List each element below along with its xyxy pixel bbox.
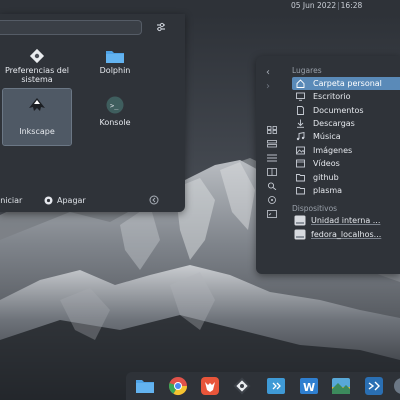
place-documents[interactable]: Documentos [292, 104, 400, 117]
place-downloads[interactable]: Descargas [292, 117, 400, 130]
svg-text:>_: >_ [110, 102, 119, 110]
terminal-icon: >_ [106, 96, 124, 114]
home-icon [296, 79, 305, 88]
app-icon[interactable] [392, 376, 400, 396]
drive-icon [294, 215, 306, 226]
application-launcher: Preferencias del sistema Dolphin Inkscap… [0, 14, 185, 212]
place-label: Documentos [313, 106, 364, 115]
devices-section-title: Dispositivos [292, 204, 338, 213]
dolphin-places-panel: ‹ › Lugares Carpeta personal Escritorio … [256, 56, 400, 274]
forward-arrow-icon[interactable]: › [266, 82, 276, 92]
device-fedora[interactable]: fedora_localhos... [292, 228, 400, 241]
place-images[interactable]: Imágenes [292, 144, 400, 157]
details-view-icon[interactable] [267, 154, 277, 162]
libreoffice-writer-icon[interactable]: W [299, 376, 319, 396]
place-desktop[interactable]: Escritorio [292, 90, 400, 103]
place-videos[interactable]: Vídeos [292, 157, 400, 170]
clock-separator: | [337, 1, 340, 10]
place-label: Imágenes [313, 146, 353, 155]
documents-icon [297, 106, 304, 115]
shutdown-button[interactable]: Apagar [44, 196, 86, 205]
place-label: Música [313, 132, 341, 141]
dock: W [126, 372, 400, 400]
app-konsole[interactable]: >_ Konsole [81, 96, 149, 152]
folder-icon[interactable] [135, 376, 155, 396]
restart-button[interactable]: iniciar [0, 196, 22, 205]
place-label: Vídeos [313, 159, 340, 168]
download-icon [297, 119, 304, 128]
system-settings-icon[interactable] [232, 376, 252, 396]
place-label: Escritorio [313, 92, 351, 101]
shutdown-label: Apagar [57, 196, 86, 205]
search-input[interactable] [0, 20, 142, 35]
app-label: Konsole [99, 118, 131, 127]
places-section-title: Lugares [292, 66, 322, 75]
preview-icon[interactable] [267, 196, 277, 204]
inkscape-icon [29, 98, 45, 111]
device-internal-drive[interactable]: Unidad interna ... [292, 214, 400, 227]
device-label: Unidad interna ... [311, 216, 381, 225]
app-inkscape[interactable]: Inkscape [2, 88, 72, 146]
split-view-icon[interactable] [267, 168, 277, 176]
folder-icon [296, 187, 305, 195]
place-plasma[interactable]: plasma [292, 184, 400, 197]
vscode-icon[interactable] [364, 376, 384, 396]
icons-view-icon[interactable] [267, 126, 277, 134]
configure-icon[interactable] [155, 21, 167, 33]
folder-icon [296, 174, 305, 182]
leave-icon[interactable] [149, 195, 159, 205]
device-label: fedora_localhos... [311, 230, 382, 239]
folder-icon [106, 51, 124, 63]
place-github[interactable]: github [292, 171, 400, 184]
back-arrow-icon[interactable]: ‹ [266, 68, 276, 78]
search-icon[interactable] [267, 182, 277, 190]
place-label: Descargas [313, 119, 355, 128]
clock-date: 05 Jun 2022 [291, 1, 337, 10]
videos-icon [296, 159, 305, 168]
image-viewer-icon[interactable] [331, 376, 351, 396]
power-icon [44, 196, 53, 205]
place-home[interactable]: Carpeta personal [292, 77, 400, 90]
images-icon [296, 146, 305, 155]
chrome-icon[interactable] [168, 376, 188, 396]
place-label: plasma [313, 186, 343, 195]
restart-label: iniciar [0, 196, 23, 205]
place-label: github [313, 173, 339, 182]
clock-time: 16:28 [340, 1, 363, 10]
svg-text:W: W [303, 381, 315, 394]
place-label: Carpeta personal [313, 79, 382, 88]
drive-icon [294, 229, 306, 240]
firefox-icon[interactable] [200, 376, 220, 396]
top-panel: 05 Jun 2022|16:28 [0, 0, 400, 12]
clock[interactable]: 05 Jun 2022|16:28 [291, 1, 362, 10]
terminal-panel-icon[interactable] [267, 210, 277, 218]
desktop-icon [296, 92, 305, 101]
app-label: Inkscape [19, 127, 55, 136]
app-label: Dolphin [99, 66, 131, 75]
app-label: Preferencias del sistema [4, 66, 70, 84]
place-music[interactable]: Música [292, 130, 400, 143]
compact-view-icon[interactable] [267, 140, 277, 148]
kde-connect-icon[interactable] [266, 376, 286, 396]
system-settings-icon [29, 48, 45, 64]
music-icon [296, 132, 305, 141]
